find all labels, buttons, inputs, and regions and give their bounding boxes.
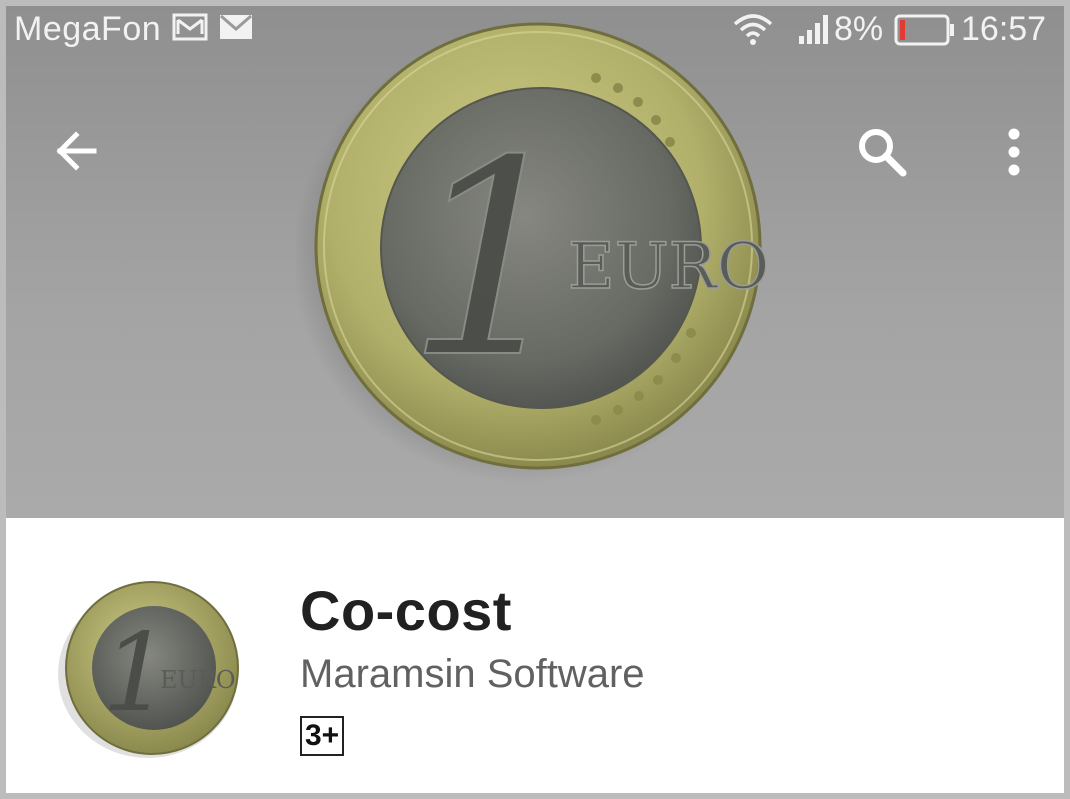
developer-link[interactable]: Maramsin Software: [300, 652, 645, 697]
mail-icon: [218, 12, 254, 51]
signal-icon: [798, 12, 832, 55]
back-button[interactable]: [42, 116, 112, 186]
clock: 16:57: [961, 10, 1047, 48]
app-title: Co-cost: [300, 579, 512, 642]
app-icon[interactable]: 1 EURO: [52, 580, 248, 765]
svg-text:EURO: EURO: [160, 666, 236, 694]
battery-percent: 8%: [834, 10, 884, 48]
app-info-section: 1 EURO Co-cost Maramsin Software 3+: [6, 518, 1064, 793]
back-arrow-icon: [56, 131, 97, 171]
more-vert-icon: [1008, 128, 1020, 176]
more-options-button[interactable]: [972, 116, 1042, 186]
app-detail-screen: MegaFon 8% 16:57 1 EURO 1 EURO Co-cost M…: [0, 0, 1070, 799]
content-rating-badge: 3+: [300, 716, 345, 756]
feature-graphic: MegaFon 8% 16:57 1 EURO: [6, 6, 1064, 518]
carrier-name: MegaFon: [14, 10, 162, 48]
search-button[interactable]: [846, 116, 916, 186]
battery-icon: [894, 14, 956, 55]
gmail-icon: [172, 12, 208, 51]
svg-text:EURO: EURO: [568, 230, 766, 304]
coin-image: 1 EURO: [292, 18, 770, 493]
svg-text:1: 1: [406, 102, 578, 417]
search-icon: [859, 129, 907, 177]
